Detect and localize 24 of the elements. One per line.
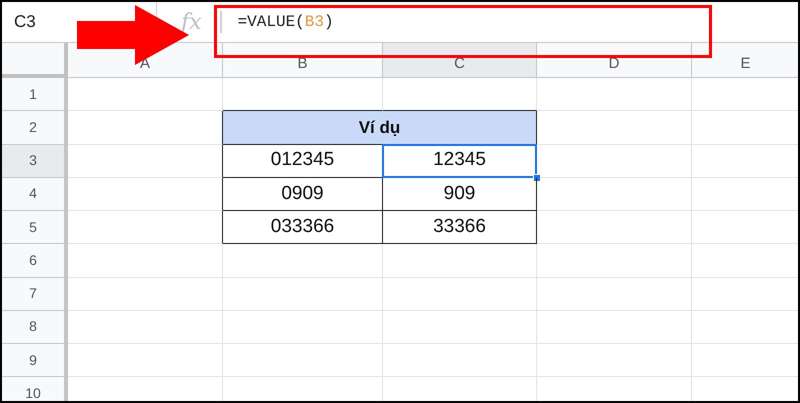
column-header[interactable]: E	[692, 43, 798, 78]
column-header[interactable]: C	[383, 43, 537, 78]
select-all-corner[interactable]	[2, 43, 68, 78]
row-header[interactable]: 7	[2, 278, 68, 311]
row-header[interactable]: 10	[2, 377, 68, 401]
row-header[interactable]: 6	[2, 244, 68, 278]
table-cell[interactable]: 033366	[223, 211, 383, 244]
row-header[interactable]: 8	[2, 310, 68, 344]
name-box[interactable]: C3	[14, 9, 36, 35]
table-cell[interactable]: 12345	[383, 144, 537, 178]
row-header[interactable]: 5	[2, 211, 68, 244]
fill-handle[interactable]	[533, 174, 541, 182]
row-header[interactable]: 1	[2, 78, 68, 112]
table-cell[interactable]: 0909	[223, 178, 383, 211]
row-header[interactable]: 9	[2, 344, 68, 378]
table-cell[interactable]: 012345	[223, 144, 383, 178]
row-header[interactable]: 4	[2, 178, 68, 211]
table-cell[interactable]: 909	[383, 178, 537, 211]
function-icon: fx	[181, 6, 202, 38]
table-cell[interactable]: 33366	[383, 211, 537, 244]
row-header[interactable]: 2	[2, 111, 68, 144]
formula-input[interactable]: =VALUE(B3)	[238, 8, 366, 36]
table-header-cell: Ví dụ	[223, 111, 537, 144]
row-header[interactable]: 3	[2, 144, 68, 178]
